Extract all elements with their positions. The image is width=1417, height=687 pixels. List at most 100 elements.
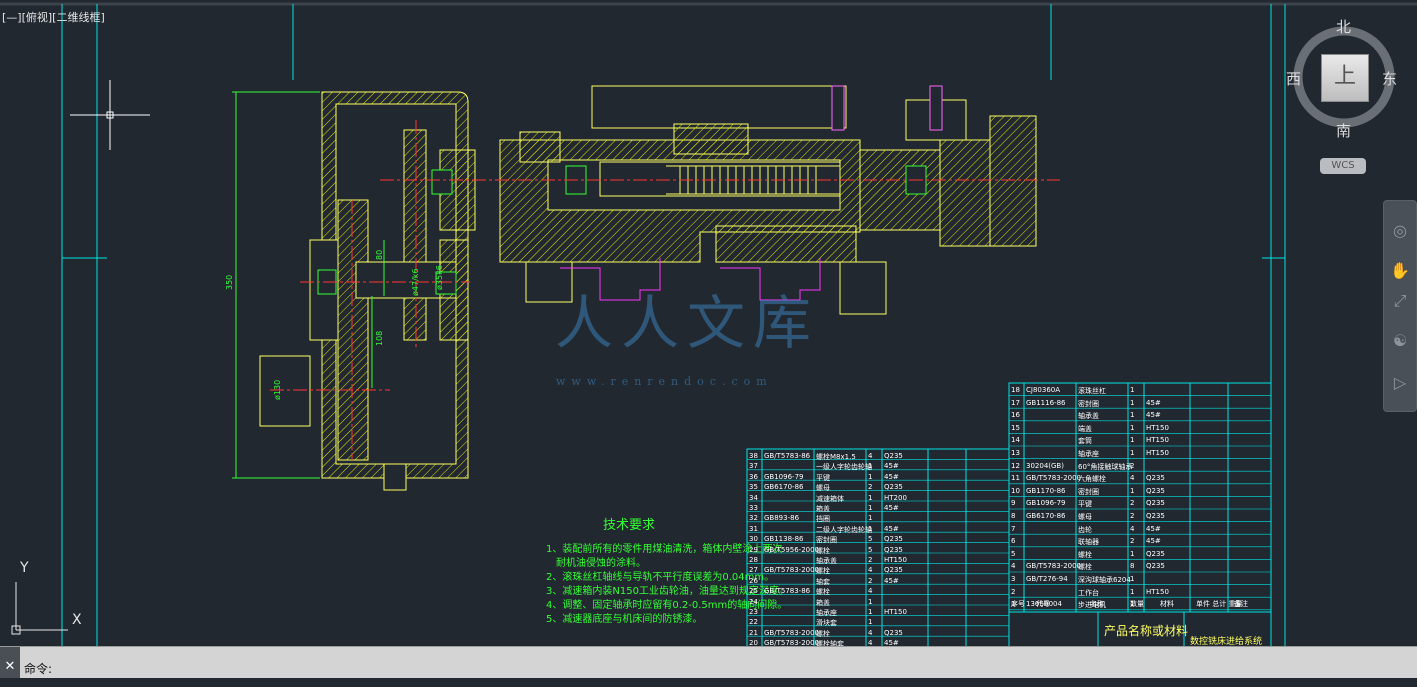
watermark-url: www.renrendoc.com <box>556 375 773 388</box>
bom-left-cell: 45# <box>884 462 899 471</box>
bom-right-cell: 端盖 <box>1078 424 1092 433</box>
note-5: 5、减速器底座与机床间的防锈漆。 <box>546 614 703 625</box>
bom-left-cell: 5 <box>868 535 873 544</box>
bom-right-cell: 六角螺栓 <box>1078 475 1106 484</box>
note-1: 1、装配前所有的零件用煤油清洗，箱体内壁涂上两次 <box>546 544 783 555</box>
orbit-icon[interactable]: ☯ <box>1388 329 1412 353</box>
bom-left-cell: 45# <box>884 524 899 533</box>
bom-right-cell: 联轴器 <box>1078 538 1099 547</box>
product-name-cell: 产品名称或材料 <box>1104 624 1189 638</box>
bom-header-cell: 代号 <box>1036 600 1050 608</box>
bom-left-cell: GB/T5783-2000 <box>764 566 820 575</box>
compass-north[interactable]: 北 <box>1336 16 1351 37</box>
bom-right-cell: 套筒 <box>1078 437 1092 446</box>
compass-south[interactable]: 南 <box>1336 120 1351 141</box>
bom-right-cell: GB1096-79 <box>1026 499 1066 508</box>
bom-right-cell: 4 <box>1130 524 1135 533</box>
bom-left-cell: GB1138-86 <box>764 535 804 544</box>
note-1b: 耐机油侵蚀的涂料。 <box>556 558 646 569</box>
dim-108: 108 <box>375 331 384 346</box>
bom-right-cell: 1 <box>1130 587 1135 596</box>
bom-right-cell: 2 <box>1130 461 1135 470</box>
bom-right-cell: 45# <box>1146 537 1161 546</box>
bom-right-cell: GB/T5783-2000 <box>1026 562 1082 571</box>
bom-left-cell: GB/T5783-2000 <box>764 628 820 637</box>
bom-right-cell: 7 <box>1011 524 1016 533</box>
bom-left-cell: 5 <box>868 545 873 554</box>
bom-left-cell: 1 <box>868 608 873 616</box>
bom-right-cell: HT150 <box>1146 436 1169 445</box>
bom-left-cell: GB893-86 <box>764 514 800 523</box>
bom-right-cell: 深沟球轴承6204 <box>1078 576 1131 584</box>
bom-left-cell: 箱盖 <box>816 505 830 513</box>
ucs-y-label: Y <box>20 560 29 576</box>
bom-left-cell: 螺栓 <box>816 629 830 638</box>
bom-right-cell: 11 <box>1011 474 1020 483</box>
dim-47: ø47/k6 <box>411 269 420 297</box>
bom-right-cell: 1 <box>1130 398 1135 407</box>
bom-right-cell: 2 <box>1130 499 1135 508</box>
watermark-logo: 人人文库 <box>555 289 820 357</box>
bom-right-cell: 16 <box>1011 411 1020 420</box>
command-input[interactable] <box>66 657 1370 677</box>
compass-east[interactable]: 东 <box>1382 68 1397 89</box>
viewcube[interactable]: 北 南 东 西 上 WCS <box>1286 16 1398 176</box>
bom-left-cell: 1 <box>868 472 873 481</box>
command-line-close-icon[interactable]: ✕ <box>0 647 20 678</box>
drawing-canvas[interactable]: 350 108 80 ø130 ø47/k6 ø35k6 [—][俯视][二维线… <box>0 0 1417 648</box>
bom-right-cell: Q235 <box>1146 499 1165 508</box>
bom-left-cell: Q235 <box>884 566 903 575</box>
bom-header-cell: 数量 <box>1130 600 1144 608</box>
steering-wheel-icon[interactable]: ◎ <box>1388 219 1412 243</box>
bom-right-cell: 3 <box>1011 575 1016 583</box>
bom-right-cell: 4 <box>1130 474 1135 483</box>
bom-right-cell: 12 <box>1011 461 1020 470</box>
dim-35: ø35k6 <box>435 265 444 290</box>
compass-west[interactable]: 西 <box>1286 68 1301 89</box>
bom-left-cell: 1 <box>868 597 873 606</box>
bom-right-cell: 17 <box>1011 398 1020 407</box>
bom-left-cell: 45# <box>884 504 899 512</box>
navigation-bar: ◎ ✋ ⤢ ☯ ▷ <box>1383 200 1417 412</box>
bom-left-cell: 35 <box>749 483 758 492</box>
bom-right-cell: 1 <box>1130 575 1135 583</box>
dim-80: 80 <box>375 250 384 260</box>
bom-left-cell: 减速箱体 <box>816 494 844 503</box>
bom-right-cell: 45# <box>1146 524 1161 533</box>
bom-left-cell: 37 <box>749 462 758 471</box>
bom-right-cell: 密封圈 <box>1078 399 1099 408</box>
bom-right-cell: 2 <box>1130 537 1135 546</box>
bom-left-cell: 一级人字轮齿轮轴 <box>816 463 872 472</box>
bom-left-cell: 箱盖 <box>816 598 830 607</box>
bom-left-cell: 45# <box>884 472 899 481</box>
bom-left-cell: 螺母 <box>816 484 830 493</box>
bom-left-cell: 1 <box>868 514 873 523</box>
ucs-x-label: X <box>72 612 82 628</box>
bom-right-cell: 1 <box>1130 549 1135 558</box>
wcs-menu-button[interactable]: WCS <box>1320 158 1366 174</box>
bom-right-cell: GB1170-86 <box>1026 486 1066 495</box>
showmotion-icon[interactable]: ▷ <box>1388 371 1412 395</box>
bom-header-cell: 序号 <box>1011 600 1025 608</box>
bom-right-cell: 1 <box>1130 386 1135 394</box>
bom-right-cell: Q235 <box>1146 512 1165 520</box>
bom-left-cell: 螺栓M8x1.5 <box>816 453 856 461</box>
bom-right-cell: Q235 <box>1146 486 1165 495</box>
crosshair-cursor <box>70 80 150 150</box>
pan-icon[interactable]: ✋ <box>1388 259 1412 283</box>
bom-right-cell: HT150 <box>1146 423 1169 432</box>
bom-right-cell: GB/T276-94 <box>1026 575 1068 583</box>
viewport-controls-label[interactable]: [—][俯视][二维线框] <box>2 9 105 25</box>
technical-requirements-title: 技术要求 <box>603 518 656 533</box>
viewcube-top-face[interactable]: 上 <box>1321 54 1369 102</box>
note-2: 2、滚珠丝杠轴线与导轨不平行度误差为0.04mm。 <box>546 572 775 583</box>
bom-right-cell: 8 <box>1011 512 1016 520</box>
bom-right-cell: Q235 <box>1146 562 1165 571</box>
bom-right-cell: 5 <box>1011 549 1016 558</box>
bom-right-cell: 轴承座 <box>1078 450 1099 458</box>
bom-left-cell: 31 <box>749 524 758 533</box>
zoom-icon[interactable]: ⤢ <box>1388 289 1412 313</box>
bom-right-cell: 45# <box>1146 411 1161 420</box>
bom-left-cell: 1 <box>868 504 873 512</box>
bom-left-cell: 33 <box>749 504 758 512</box>
